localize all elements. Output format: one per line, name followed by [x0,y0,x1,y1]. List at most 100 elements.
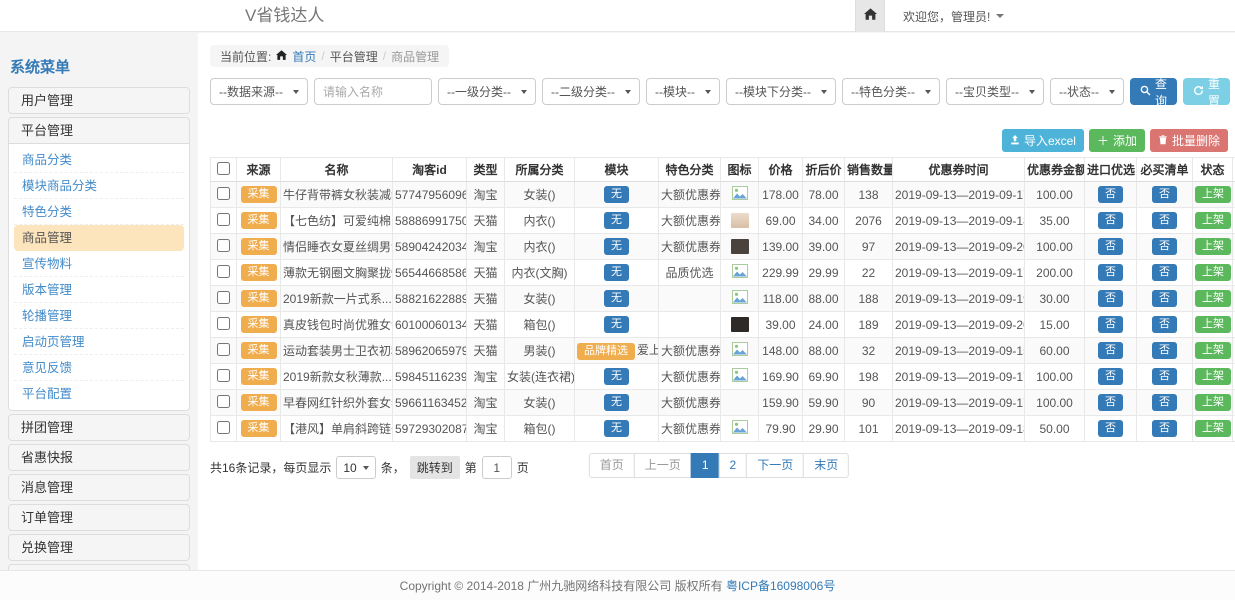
must-buy-badge[interactable]: 否 [1152,342,1177,358]
imported-badge[interactable]: 否 [1098,264,1123,280]
sidebar-item[interactable]: 特色分类 [14,199,184,225]
import-excel-button[interactable]: 导入excel [1002,129,1084,152]
category-cell: 女装() [505,182,575,208]
checkbox-cell [211,182,237,208]
status-badge[interactable]: 上架 [1195,264,1231,280]
product-name-input[interactable] [314,78,432,105]
filter-select[interactable]: --模块下分类-- [726,78,836,105]
icon-cell [721,416,759,442]
must-buy-badge[interactable]: 否 [1152,420,1177,436]
filter-select[interactable]: --宝贝类型-- [946,78,1044,105]
row-checkbox[interactable] [217,369,230,382]
row-checkbox[interactable] [217,343,230,356]
imported-badge[interactable]: 否 [1098,186,1123,202]
page-button[interactable]: 2 [719,453,748,478]
row-checkbox[interactable] [217,239,230,252]
row-checkbox[interactable] [217,265,230,278]
per-page-select[interactable]: 10 [336,456,375,479]
reset-button[interactable]: 重置 [1183,78,1230,105]
must-buy-badge[interactable]: 否 [1152,212,1177,228]
imported-badge[interactable]: 否 [1098,342,1123,358]
status-badge[interactable]: 上架 [1195,290,1231,306]
status-badge[interactable]: 上架 [1195,342,1231,358]
sidebar-item[interactable]: 意见反馈 [14,355,184,381]
status-badge[interactable]: 上架 [1195,316,1231,332]
filter-select[interactable]: --模块-- [646,78,720,105]
breadcrumb-current: 商品管理 [391,48,439,65]
imported-badge[interactable]: 否 [1098,368,1123,384]
imported-badge[interactable]: 否 [1098,394,1123,410]
filter-select-data-source[interactable]: --数据来源-- [210,78,308,105]
breadcrumb-item[interactable]: 平台管理 [330,48,378,65]
must-buy-badge[interactable]: 否 [1152,394,1177,410]
select-value: --宝贝类型-- [955,83,1019,100]
sidebar-section-0[interactable]: 用户管理 [8,87,190,114]
row-checkbox[interactable] [217,421,230,434]
filter-select[interactable]: --特色分类-- [842,78,940,105]
sidebar-section-4[interactable]: 消息管理 [8,474,190,501]
product-image-icon [732,371,748,385]
filter-select[interactable]: --二级分类-- [542,78,640,105]
sidebar-item[interactable]: 启动页管理 [14,329,184,355]
sidebar-item[interactable]: 商品分类 [14,147,184,173]
status-badge[interactable]: 上架 [1195,368,1231,384]
status-badge[interactable]: 上架 [1195,212,1231,228]
sidebar-item[interactable]: 商品管理 [14,225,184,251]
sidebar-item[interactable]: 版本管理 [14,277,184,303]
batch-delete-button[interactable]: 批量删除 [1150,129,1228,152]
row-checkbox[interactable] [217,187,230,200]
icp-link[interactable]: 粤ICP备16098006号 [726,579,835,593]
jump-button[interactable]: 跳转到 [410,456,460,479]
sidebar-section-1[interactable]: 平台管理 [8,117,190,144]
must-buy-badge[interactable]: 否 [1152,290,1177,306]
filter-select[interactable]: --一级分类-- [438,78,536,105]
home-button[interactable] [855,0,885,32]
sidebar-section-2[interactable]: 拼团管理 [8,414,190,441]
imported-badge[interactable]: 否 [1098,420,1123,436]
sidebar-section-3[interactable]: 省惠快报 [8,444,190,471]
source-badge: 采集 [241,394,277,410]
add-button[interactable]: ＋ 添加 [1089,129,1145,152]
must-buy-badge[interactable]: 否 [1152,264,1177,280]
page-button[interactable]: 首页 [589,453,635,478]
page-button[interactable]: 下一页 [746,453,804,478]
sidebar-section-5[interactable]: 订单管理 [8,504,190,531]
icon-cell [721,234,759,260]
source-badge: 采集 [241,186,277,202]
source-cell: 采集 [237,208,281,234]
breadcrumb-home-link[interactable]: 首页 [292,48,316,65]
status-badge[interactable]: 上架 [1195,186,1231,202]
sidebar-item[interactable]: 轮播管理 [14,303,184,329]
row-checkbox[interactable] [217,395,230,408]
page-button[interactable]: 1 [691,453,720,478]
imported-badge[interactable]: 否 [1098,212,1123,228]
search-button[interactable]: 查询 [1130,78,1177,105]
status-badge[interactable]: 上架 [1195,420,1231,436]
taoke-id-cell: 589620659791 [393,338,467,364]
imported-badge[interactable]: 否 [1098,316,1123,332]
must-buy-badge[interactable]: 否 [1152,238,1177,254]
must-buy-badge[interactable]: 否 [1152,316,1177,332]
sidebar-section-6[interactable]: 兑换管理 [8,534,190,561]
select-all-checkbox[interactable] [217,162,230,175]
page-button[interactable]: 上一页 [634,453,692,478]
page-number-input[interactable] [482,456,512,479]
imported-badge[interactable]: 否 [1098,238,1123,254]
row-checkbox[interactable] [217,291,230,304]
must-buy-badge[interactable]: 否 [1152,368,1177,384]
imported-cell: 否 [1085,260,1137,286]
user-menu[interactable]: 欢迎您，管理员! [903,0,1004,32]
sidebar-item[interactable]: 平台配置 [14,381,184,407]
row-checkbox[interactable] [217,317,230,330]
must-buy-badge[interactable]: 否 [1152,186,1177,202]
row-checkbox[interactable] [217,213,230,226]
page-button[interactable]: 末页 [803,453,849,478]
imported-badge[interactable]: 否 [1098,290,1123,306]
status-badge[interactable]: 上架 [1195,238,1231,254]
category-cell: 男装() [505,338,575,364]
status-cell: 上架 [1193,338,1233,364]
sidebar-item[interactable]: 模块商品分类 [14,173,184,199]
filter-select[interactable]: --状态-- [1050,78,1124,105]
status-badge[interactable]: 上架 [1195,394,1231,410]
sidebar-item[interactable]: 宣传物料 [14,251,184,277]
